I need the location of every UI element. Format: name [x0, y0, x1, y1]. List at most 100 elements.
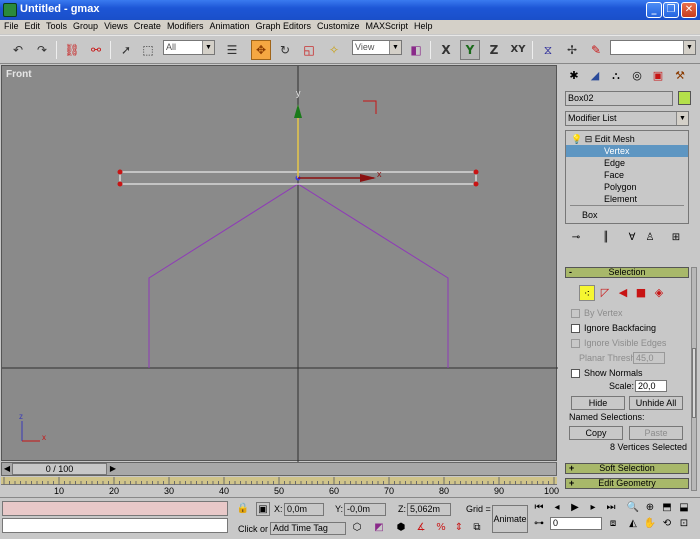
menu-file[interactable]: File [2, 20, 23, 34]
stack-item-vertex[interactable]: Vertex [566, 145, 688, 157]
create-tab-icon[interactable]: ✱ [565, 67, 583, 85]
display-tab-icon[interactable]: ▣ [649, 67, 667, 85]
selection-filter-dropdown[interactable]: All ▼ [163, 40, 215, 55]
rectangular-selection-region-icon[interactable]: ⬚ [138, 40, 158, 60]
face-level-icon[interactable]: ◀ [615, 285, 631, 301]
show-end-result-icon[interactable]: ║ [599, 231, 613, 245]
percent-snap-icon[interactable]: % [434, 521, 448, 535]
restrict-to-z-button[interactable]: Z [484, 40, 504, 60]
mirror-icon[interactable]: ⧖ [538, 40, 558, 60]
maxscript-listener-input[interactable] [2, 518, 228, 533]
menu-edit[interactable]: Edit [23, 20, 45, 34]
lightbulb-icon[interactable]: 💡 [571, 135, 582, 145]
stack-item-element[interactable]: Element [566, 193, 688, 205]
time-slider[interactable]: ◀ 0 / 100 ▶ [1, 462, 557, 476]
ignore-backfacing-checkbox[interactable]: Ignore Backfacing [571, 322, 656, 334]
current-frame-field[interactable]: 0 [550, 517, 602, 530]
vertex-level-icon[interactable]: ⁖ [579, 285, 595, 301]
undo-icon[interactable]: ↶ [8, 40, 28, 60]
menu-graph-editors[interactable]: Graph Editors [253, 20, 315, 34]
arc-rotate-icon[interactable]: ⟲ [660, 517, 674, 531]
hide-button[interactable]: Hide [571, 396, 625, 410]
soft-selection-rollout-header[interactable]: + Soft Selection [565, 463, 689, 474]
remove-modifier-icon[interactable]: ♙ [643, 231, 657, 245]
selection-lock-toggle-icon[interactable]: ⬡ [350, 521, 364, 535]
spinner-snap-icon[interactable]: ⇕ [452, 521, 466, 535]
pan-icon[interactable]: ✋ [643, 517, 657, 531]
polygon-level-icon[interactable]: ■ [633, 285, 649, 301]
select-and-move-icon[interactable]: ✥ [251, 40, 271, 60]
select-manipulate-icon[interactable]: ✧ [324, 40, 344, 60]
menu-views[interactable]: Views [102, 20, 132, 34]
align-icon[interactable]: ✢ [562, 40, 582, 60]
close-button[interactable]: ✕ [681, 2, 697, 18]
chevron-right-icon[interactable]: ▶ [107, 463, 119, 475]
spinner-value[interactable]: 20,0 [635, 380, 667, 392]
element-level-icon[interactable]: ◈ [651, 285, 667, 301]
angle-snap-icon[interactable]: ∡ [414, 521, 428, 535]
motion-tab-icon[interactable]: ◎ [628, 67, 646, 85]
utilities-tab-icon[interactable]: ⚒ [671, 67, 689, 85]
gmax-app-icon[interactable] [3, 3, 17, 17]
make-unique-icon[interactable]: ∀ [625, 231, 639, 245]
stack-item-polygon[interactable]: Polygon [566, 181, 688, 193]
time-configuration-icon[interactable]: ⧈ [606, 517, 620, 531]
panel-scrollbar-thumb[interactable] [692, 348, 696, 418]
chevron-left-icon[interactable]: ◀ [2, 463, 12, 475]
select-by-name-icon[interactable]: ☰ [222, 40, 242, 60]
paste-button[interactable]: Paste [629, 426, 683, 440]
object-color-swatch[interactable] [678, 91, 691, 105]
window-crossing-icon[interactable]: ◩ [372, 521, 386, 535]
object-name-field[interactable]: Box02 [565, 91, 673, 106]
spinner-value[interactable]: 45,0 [633, 352, 665, 364]
menu-modifiers[interactable]: Modifiers [165, 20, 208, 34]
menu-create[interactable]: Create [132, 20, 165, 34]
add-time-tag-button[interactable]: Add Time Tag [270, 522, 346, 535]
redo-icon[interactable]: ↷ [32, 40, 52, 60]
stack-item-edit-mesh[interactable]: 💡 ⊟ Edit Mesh [566, 133, 688, 145]
next-frame-icon[interactable]: ▸ [586, 501, 600, 515]
go-to-start-icon[interactable]: ⏮ [532, 501, 546, 515]
named-selection-icon[interactable]: ✎ [586, 40, 606, 60]
unlink-icon[interactable]: ⚯ [86, 40, 106, 60]
maximize-button[interactable]: ❐ [663, 2, 679, 18]
scale-spinner[interactable]: Scale: 20,0 [609, 380, 685, 392]
lock-selection-icon[interactable]: 🔒 [236, 502, 250, 516]
go-to-end-icon[interactable]: ⏭ [604, 501, 618, 515]
animate-button[interactable]: Animate [492, 505, 528, 533]
collapse-icon[interactable]: ⊟ [585, 135, 593, 145]
maximize-viewport-icon[interactable]: ⊡ [677, 517, 691, 531]
viewport-label[interactable]: Front [6, 69, 32, 80]
menu-animation[interactable]: Animation [207, 20, 253, 34]
key-mode-icon[interactable]: ⊶ [532, 517, 546, 531]
selection-rollout-header[interactable]: - Selection [565, 267, 689, 278]
crossing-selection-icon[interactable]: ⧉ [470, 521, 484, 535]
restrict-to-xy-button[interactable]: XY [508, 40, 528, 60]
y-coordinate-field[interactable]: -0,0m [344, 503, 386, 516]
minimize-button[interactable]: _ [646, 2, 662, 18]
menu-maxscript[interactable]: MAXScript [364, 20, 413, 34]
absolute-mode-icon[interactable]: ▣ [256, 502, 270, 516]
zoom-icon[interactable]: 🔍 [626, 501, 640, 515]
select-and-scale-icon[interactable]: ◱ [299, 40, 319, 60]
copy-button[interactable]: Copy [569, 426, 623, 440]
stack-item-edge[interactable]: Edge [566, 157, 688, 169]
x-coordinate-field[interactable]: 0,0m [284, 503, 324, 516]
menu-help[interactable]: Help [412, 20, 437, 34]
by-vertex-checkbox[interactable]: By Vertex [571, 307, 623, 319]
stack-item-face[interactable]: Face [566, 169, 688, 181]
hierarchy-tab-icon[interactable]: ⛬ [607, 67, 625, 85]
select-and-link-icon[interactable]: ⛓ [62, 40, 82, 60]
menu-group[interactable]: Group [71, 20, 102, 34]
maxscript-listener-output[interactable] [2, 501, 228, 516]
planar-thresh-spinner[interactable]: Planar Thresh: 45,0 [579, 352, 683, 364]
unhide-all-button[interactable]: Unhide All [629, 396, 683, 410]
configure-modifier-sets-icon[interactable]: ⊞ [669, 231, 683, 245]
edge-level-icon[interactable]: ◸ [597, 285, 613, 301]
panel-scrollbar[interactable] [691, 267, 697, 491]
field-of-view-icon[interactable]: ◭ [626, 517, 640, 531]
reference-coordinate-dropdown[interactable]: View ▼ [352, 40, 402, 55]
menu-tools[interactable]: Tools [44, 20, 71, 34]
pin-stack-icon[interactable]: ⊸ [569, 231, 583, 245]
restrict-to-y-button[interactable]: Y [460, 40, 480, 60]
